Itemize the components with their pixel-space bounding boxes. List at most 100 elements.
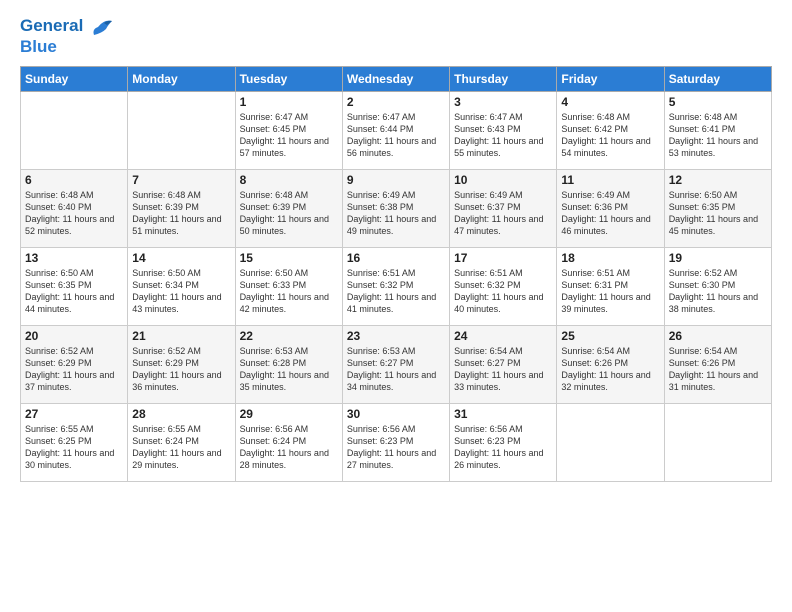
- day-number: 10: [454, 173, 552, 187]
- col-wednesday: Wednesday: [342, 67, 449, 92]
- header: General Blue: [20, 16, 772, 56]
- day-number: 31: [454, 407, 552, 421]
- calendar-week-row: 1Sunrise: 6:47 AM Sunset: 6:45 PM Daylig…: [21, 92, 772, 170]
- calendar-week-row: 20 Sunrise: 6:52 AM Sunset: 6:29 PM Dayli…: [21, 326, 772, 404]
- calendar-cell: 26Sunrise: 6:54 AM Sunset: 6:26 PM Dayli…: [664, 326, 771, 404]
- cell-content: Sunrise: 6:51 AM Sunset: 6:32 PM Dayligh…: [347, 267, 445, 316]
- cell-content: Sunrise: 6:54 AM Sunset: 6:26 PM Dayligh…: [669, 345, 767, 394]
- calendar-cell: 2 Sunrise: 6:47 AM Sunset: 6:44 PM Daylig…: [342, 92, 449, 170]
- day-number: 12: [669, 173, 767, 187]
- calendar-cell: 8Sunrise: 6:48 AM Sunset: 6:39 PM Daylig…: [235, 170, 342, 248]
- cell-content: Sunrise: 6:49 AM Sunset: 6:36 PM Dayligh…: [561, 189, 659, 238]
- day-number: 17: [454, 251, 552, 265]
- calendar-cell: [557, 404, 664, 482]
- calendar-header-row: Sunday Monday Tuesday Wednesday Thursday…: [21, 67, 772, 92]
- calendar-cell: 16 Sunrise: 6:51 AM Sunset: 6:32 PM Dayli…: [342, 248, 449, 326]
- calendar-cell: 18 Sunrise: 6:51 AM Sunset: 6:31 PM Dayli…: [557, 248, 664, 326]
- calendar-cell: 10 Sunrise: 6:49 AM Sunset: 6:37 PM Dayli…: [450, 170, 557, 248]
- cell-content: Sunrise: 6:54 AM Sunset: 6:26 PM Dayligh…: [561, 345, 659, 394]
- calendar-week-row: 6Sunrise: 6:48 AM Sunset: 6:40 PM Daylig…: [21, 170, 772, 248]
- day-number: 29: [240, 407, 338, 421]
- cell-content: Sunrise: 6:55 AM Sunset: 6:25 PM Dayligh…: [25, 423, 123, 472]
- calendar-cell: 24 Sunrise: 6:54 AM Sunset: 6:27 PM Dayli…: [450, 326, 557, 404]
- col-friday: Friday: [557, 67, 664, 92]
- cell-content: Sunrise: 6:51 AM Sunset: 6:31 PM Dayligh…: [561, 267, 659, 316]
- calendar-cell: 28 Sunrise: 6:55 AM Sunset: 6:24 PM Dayli…: [128, 404, 235, 482]
- day-number: 27: [25, 407, 123, 421]
- day-number: 15: [240, 251, 338, 265]
- calendar-cell: 30 Sunrise: 6:56 AM Sunset: 6:23 PM Dayli…: [342, 404, 449, 482]
- day-number: 3: [454, 95, 552, 109]
- day-number: 4: [561, 95, 659, 109]
- calendar-cell: 17 Sunrise: 6:51 AM Sunset: 6:32 PM Dayli…: [450, 248, 557, 326]
- day-number: 13: [25, 251, 123, 265]
- calendar-cell: 5 Sunrise: 6:48 AM Sunset: 6:41 PM Daylig…: [664, 92, 771, 170]
- cell-content: Sunrise: 6:48 AM Sunset: 6:39 PM Dayligh…: [240, 189, 338, 238]
- calendar-cell: 31Sunrise: 6:56 AM Sunset: 6:23 PM Dayli…: [450, 404, 557, 482]
- day-number: 20: [25, 329, 123, 343]
- calendar-cell: 25Sunrise: 6:54 AM Sunset: 6:26 PM Dayli…: [557, 326, 664, 404]
- day-number: 11: [561, 173, 659, 187]
- cell-content: Sunrise: 6:48 AM Sunset: 6:42 PM Dayligh…: [561, 111, 659, 160]
- day-number: 18: [561, 251, 659, 265]
- day-number: 2: [347, 95, 445, 109]
- day-number: 30: [347, 407, 445, 421]
- cell-content: Sunrise: 6:48 AM Sunset: 6:41 PM Dayligh…: [669, 111, 767, 160]
- col-monday: Monday: [128, 67, 235, 92]
- calendar-cell: 13Sunrise: 6:50 AM Sunset: 6:35 PM Dayli…: [21, 248, 128, 326]
- calendar-cell: 19Sunrise: 6:52 AM Sunset: 6:30 PM Dayli…: [664, 248, 771, 326]
- cell-content: Sunrise: 6:54 AM Sunset: 6:27 PM Dayligh…: [454, 345, 552, 394]
- cell-content: Sunrise: 6:56 AM Sunset: 6:24 PM Dayligh…: [240, 423, 338, 472]
- calendar-cell: 14 Sunrise: 6:50 AM Sunset: 6:34 PM Dayli…: [128, 248, 235, 326]
- day-number: 1: [240, 95, 338, 109]
- day-number: 14: [132, 251, 230, 265]
- day-number: 21: [132, 329, 230, 343]
- cell-content: Sunrise: 6:47 AM Sunset: 6:43 PM Dayligh…: [454, 111, 552, 160]
- cell-content: Sunrise: 6:52 AM Sunset: 6:29 PM Dayligh…: [132, 345, 230, 394]
- cell-content: Sunrise: 6:47 AM Sunset: 6:44 PM Dayligh…: [347, 111, 445, 160]
- cell-content: Sunrise: 6:50 AM Sunset: 6:34 PM Dayligh…: [132, 267, 230, 316]
- col-tuesday: Tuesday: [235, 67, 342, 92]
- day-number: 6: [25, 173, 123, 187]
- calendar-cell: 4 Sunrise: 6:48 AM Sunset: 6:42 PM Daylig…: [557, 92, 664, 170]
- calendar-cell: 1Sunrise: 6:47 AM Sunset: 6:45 PM Daylig…: [235, 92, 342, 170]
- calendar-week-row: 13Sunrise: 6:50 AM Sunset: 6:35 PM Dayli…: [21, 248, 772, 326]
- day-number: 24: [454, 329, 552, 343]
- page: General Blue Sunday Monday Tuesday Wedne…: [0, 0, 792, 612]
- calendar-cell: 3 Sunrise: 6:47 AM Sunset: 6:43 PM Daylig…: [450, 92, 557, 170]
- cell-content: Sunrise: 6:53 AM Sunset: 6:28 PM Dayligh…: [240, 345, 338, 394]
- day-number: 28: [132, 407, 230, 421]
- day-number: 23: [347, 329, 445, 343]
- calendar-cell: 22 Sunrise: 6:53 AM Sunset: 6:28 PM Dayli…: [235, 326, 342, 404]
- cell-content: Sunrise: 6:55 AM Sunset: 6:24 PM Dayligh…: [132, 423, 230, 472]
- calendar-cell: [21, 92, 128, 170]
- day-number: 22: [240, 329, 338, 343]
- calendar-cell: 23 Sunrise: 6:53 AM Sunset: 6:27 PM Dayli…: [342, 326, 449, 404]
- logo-text-general: General: [20, 16, 83, 35]
- cell-content: Sunrise: 6:50 AM Sunset: 6:33 PM Dayligh…: [240, 267, 338, 316]
- day-number: 7: [132, 173, 230, 187]
- logo-text: General Blue: [20, 16, 112, 56]
- cell-content: Sunrise: 6:49 AM Sunset: 6:37 PM Dayligh…: [454, 189, 552, 238]
- cell-content: Sunrise: 6:50 AM Sunset: 6:35 PM Dayligh…: [669, 189, 767, 238]
- calendar-week-row: 27 Sunrise: 6:55 AM Sunset: 6:25 PM Dayli…: [21, 404, 772, 482]
- calendar-cell: 7 Sunrise: 6:48 AM Sunset: 6:39 PM Daylig…: [128, 170, 235, 248]
- calendar-cell: 21 Sunrise: 6:52 AM Sunset: 6:29 PM Dayli…: [128, 326, 235, 404]
- cell-content: Sunrise: 6:56 AM Sunset: 6:23 PM Dayligh…: [347, 423, 445, 472]
- calendar-cell: [664, 404, 771, 482]
- calendar-cell: 29 Sunrise: 6:56 AM Sunset: 6:24 PM Dayli…: [235, 404, 342, 482]
- cell-content: Sunrise: 6:51 AM Sunset: 6:32 PM Dayligh…: [454, 267, 552, 316]
- day-number: 16: [347, 251, 445, 265]
- calendar-cell: 27 Sunrise: 6:55 AM Sunset: 6:25 PM Dayli…: [21, 404, 128, 482]
- calendar-cell: 6Sunrise: 6:48 AM Sunset: 6:40 PM Daylig…: [21, 170, 128, 248]
- col-thursday: Thursday: [450, 67, 557, 92]
- col-sunday: Sunday: [21, 67, 128, 92]
- col-saturday: Saturday: [664, 67, 771, 92]
- day-number: 5: [669, 95, 767, 109]
- cell-content: Sunrise: 6:53 AM Sunset: 6:27 PM Dayligh…: [347, 345, 445, 394]
- logo: General Blue: [20, 16, 112, 56]
- day-number: 9: [347, 173, 445, 187]
- calendar-cell: 9Sunrise: 6:49 AM Sunset: 6:38 PM Daylig…: [342, 170, 449, 248]
- cell-content: Sunrise: 6:48 AM Sunset: 6:39 PM Dayligh…: [132, 189, 230, 238]
- calendar-cell: 20Sunrise: 6:52 AM Sunset: 6:29 PM Dayli…: [21, 326, 128, 404]
